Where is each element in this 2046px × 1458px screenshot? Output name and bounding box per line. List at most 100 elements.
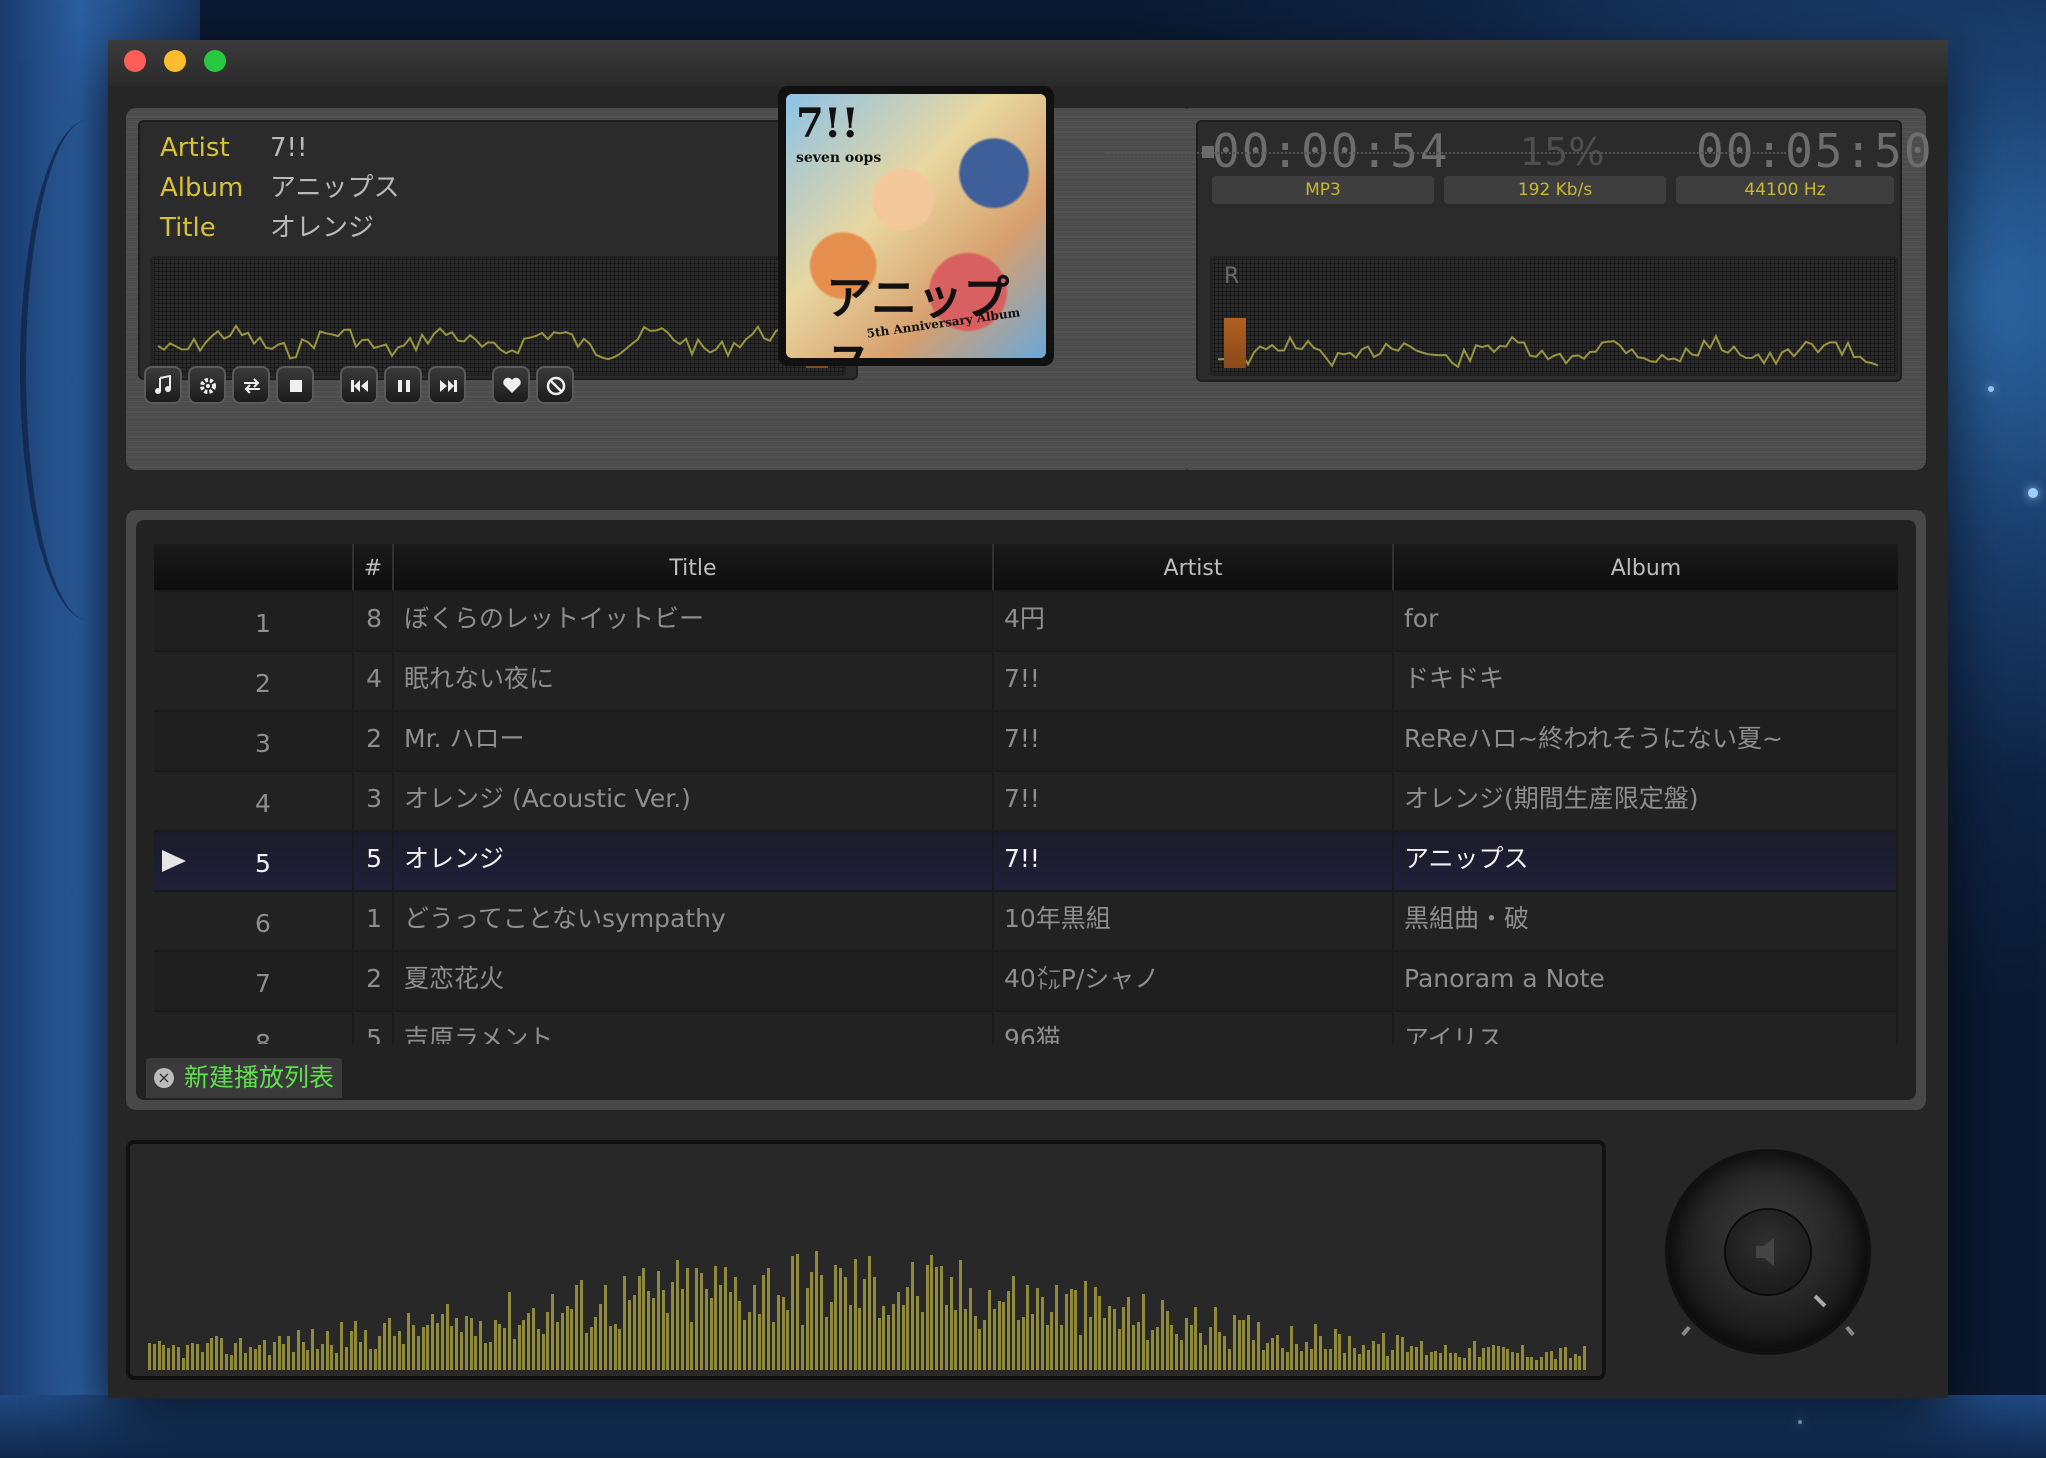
spectrum-bar: [1031, 1314, 1035, 1370]
spectrum-bar: [224, 1354, 228, 1370]
spectrum-bar: [1060, 1325, 1063, 1370]
playlist-row[interactable]: 1 8 ぼくらのレットイットビー 4円 for: [154, 590, 1898, 650]
ban-button[interactable]: [536, 366, 574, 404]
spectrum-bar: [959, 1260, 963, 1370]
playlist-row[interactable]: 4 3 オレンジ (Acoustic Ver.) 7!! オレンジ(期間生産限定…: [154, 770, 1898, 830]
pause-button[interactable]: [384, 366, 422, 404]
column-album-header[interactable]: Album: [1394, 544, 1898, 590]
seek-knob[interactable]: [1202, 146, 1214, 158]
row-title: オレンジ: [394, 832, 994, 890]
row-index: 7: [154, 952, 354, 1010]
spectrum-bar: [623, 1276, 627, 1370]
row-title: 吉原ラメント: [394, 1012, 994, 1044]
stop-button[interactable]: [276, 366, 314, 404]
row-album: オレンジ(期間生産限定盤): [1394, 772, 1898, 830]
spectrum-bar: [1501, 1347, 1505, 1370]
album-art: 7!! seven oops アニップス 5th Anniversary Alb…: [786, 94, 1046, 366]
playlist-row[interactable]: 6 1 どうってことないsympathy 10年黒組 黒組曲・破: [154, 890, 1898, 950]
spectrum-bar: [258, 1345, 262, 1370]
row-index: 6: [154, 892, 354, 950]
close-tab-icon[interactable]: ×: [154, 1068, 174, 1088]
samplerate-badge: 44100 Hz: [1676, 176, 1894, 204]
next-button[interactable]: [428, 366, 466, 404]
spectrum-bar: [493, 1320, 497, 1370]
row-album: for: [1394, 592, 1898, 650]
minimize-button[interactable]: [164, 50, 186, 72]
row-track-number: 5: [354, 1012, 394, 1044]
spectrum-bar: [1122, 1307, 1126, 1370]
column-index-header[interactable]: [154, 544, 354, 590]
zoom-button[interactable]: [204, 50, 226, 72]
spectrum-bar: [1564, 1347, 1567, 1370]
spectrum-bar: [335, 1353, 339, 1370]
spectrum-bar: [181, 1358, 185, 1370]
spectrum-bar: [1026, 1285, 1030, 1370]
spectrum-bar: [824, 1317, 828, 1370]
column-title-header[interactable]: Title: [394, 544, 994, 590]
spectrum-bar: [805, 1288, 809, 1370]
spectrum-bar: [570, 1309, 574, 1370]
spectrum-bar: [541, 1334, 545, 1370]
row-album: ReReハロ~終われそうにない夏~: [1394, 712, 1898, 770]
spectrum-bar: [1463, 1358, 1467, 1370]
spectrum-bar: [704, 1289, 708, 1370]
title-bar[interactable]: [108, 40, 1948, 86]
spectrum-bar: [215, 1336, 219, 1370]
playlist-row[interactable]: 2 4 眠れない夜に 7!! ドキドキ: [154, 650, 1898, 710]
spectrum-bar: [738, 1301, 742, 1370]
spectrum-bar: [1391, 1350, 1395, 1370]
spectrum-bar: [460, 1332, 463, 1370]
spectrum-bar: [1170, 1325, 1174, 1370]
playlist-row[interactable]: 3 2 Mr. ハロー 7!! ReReハロ~終われそうにない夏~: [154, 710, 1898, 770]
playlist-tab[interactable]: × 新建播放列表: [146, 1058, 343, 1098]
row-album: ドキドキ: [1394, 652, 1898, 710]
spectrum-bar: [901, 1305, 905, 1370]
previous-button[interactable]: [340, 366, 378, 404]
spectrum-bar: [1199, 1333, 1203, 1370]
spectrum-bar: [268, 1355, 271, 1370]
spectrum-bar: [776, 1295, 780, 1370]
spectrum-bar: [1372, 1341, 1375, 1370]
settings-button[interactable]: [188, 366, 226, 404]
music-button[interactable]: [144, 366, 182, 404]
spectrum-bar: [930, 1255, 934, 1370]
row-title: 眠れない夜に: [394, 652, 994, 710]
column-number-header[interactable]: #: [354, 544, 394, 590]
spectrum-bar: [632, 1295, 636, 1370]
format-badge: MP3: [1212, 176, 1434, 204]
column-artist-header[interactable]: Artist: [994, 544, 1394, 590]
spectrum-bar: [1290, 1326, 1294, 1370]
spectrum-bar: [925, 1265, 929, 1370]
wallpaper-star: [1988, 386, 1994, 392]
spectrum-bar: [311, 1329, 315, 1370]
spectrum-bar: [469, 1318, 473, 1370]
playlist-row[interactable]: 7 2 夏恋花火 40㍍P/シャノ Panoram a Note: [154, 950, 1898, 1010]
spectrum-bar: [767, 1268, 771, 1370]
spectrum-bar: [1410, 1346, 1414, 1370]
elapsed-time: 00:00:54: [1212, 124, 1450, 178]
spectrum-bar: [1103, 1318, 1107, 1370]
spectrum-bar: [916, 1296, 919, 1370]
total-time: 00:05:50: [1696, 124, 1934, 178]
repeat-button[interactable]: [232, 366, 270, 404]
volume-knob-center[interactable]: [1726, 1210, 1810, 1294]
spectrum-bar: [647, 1291, 651, 1370]
spectrum-bar: [1429, 1352, 1433, 1370]
playlist-row-now-playing[interactable]: 5 5 オレンジ 7!! アニップス: [154, 830, 1898, 890]
spectrum-bar: [748, 1312, 751, 1370]
title-row: Title オレンジ: [160, 210, 374, 246]
spectrum-bar: [700, 1273, 703, 1370]
spectrum-bar: [733, 1277, 737, 1370]
row-album: Panoram a Note: [1394, 952, 1898, 1010]
spectrum-bar: [1146, 1340, 1150, 1370]
love-button[interactable]: [492, 366, 530, 404]
close-button[interactable]: [124, 50, 146, 72]
spectrum-bar: [892, 1304, 895, 1370]
spectrum-bar: [364, 1330, 367, 1370]
right-vu-meter: [1224, 318, 1246, 368]
spectrum-bar: [1386, 1356, 1390, 1370]
spectrum-bar: [1127, 1297, 1131, 1370]
playlist-row[interactable]: 8 5 吉原ラメント 96猫 アイリス: [154, 1010, 1898, 1044]
row-track-number: 3: [354, 772, 394, 830]
spectrum-bar: [709, 1298, 713, 1370]
